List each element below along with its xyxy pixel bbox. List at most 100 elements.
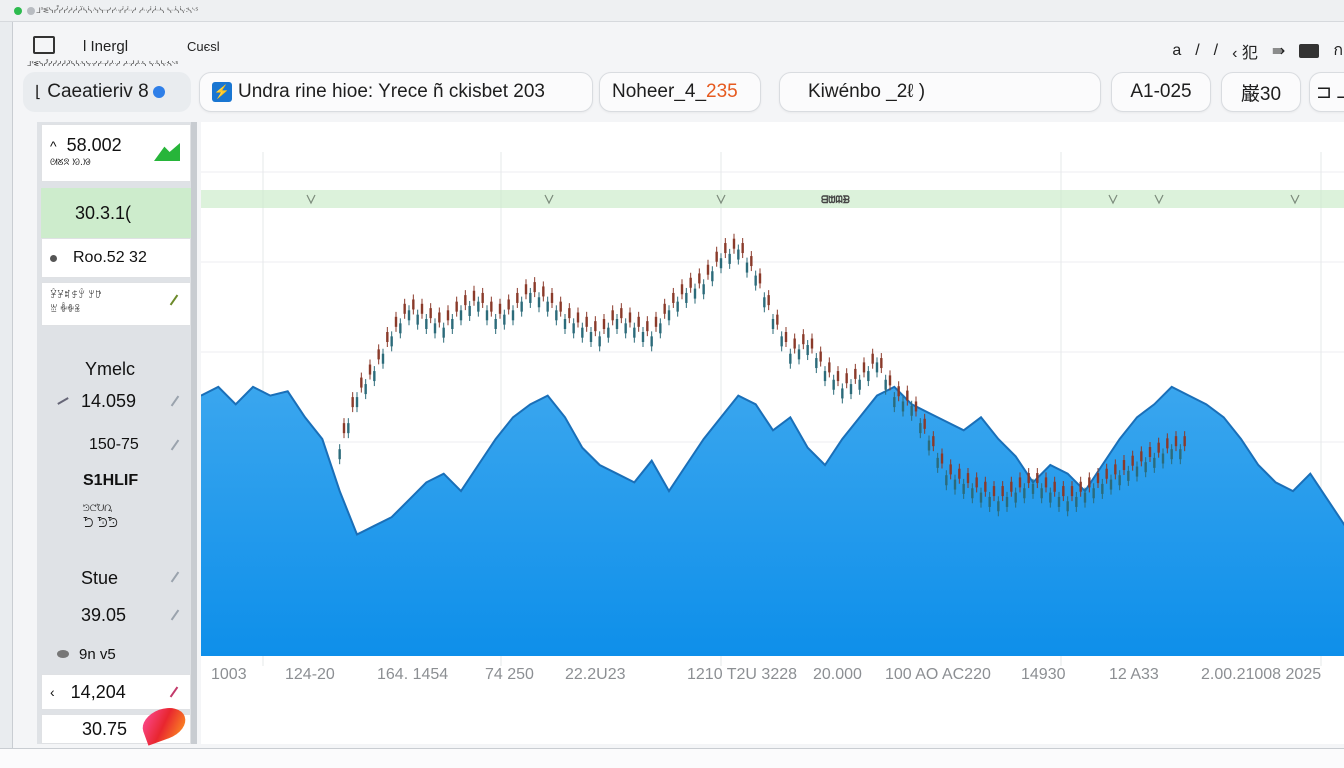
candle-body xyxy=(472,290,476,301)
edit-icon[interactable] xyxy=(169,294,179,306)
candle-body xyxy=(1075,496,1078,507)
candle-body xyxy=(420,303,424,314)
candle-body xyxy=(451,318,454,329)
chart-area[interactable]: ᗺᗻᗼᗽ 1003 124-20 164. 1454 74 250 22.2U23 121… xyxy=(200,122,1344,744)
pencil-icon[interactable] xyxy=(170,439,180,451)
sidebar-14059-label: 14.059 xyxy=(81,390,137,411)
candle-body xyxy=(1027,473,1030,484)
candle-body xyxy=(810,338,814,349)
candle-body xyxy=(425,318,428,329)
sidebar-item-meta[interactable]: ꐮꐯꐰꐱꐲ ꐳꐴ ꐵ ꐶꐷꐸ xyxy=(41,282,191,326)
tab-number[interactable]: Noheer_4_ 235 xyxy=(599,72,761,112)
candle-body xyxy=(841,388,844,399)
tool-arrow-icon[interactable]: ⇛ xyxy=(1272,41,1285,61)
gray-dot-icon[interactable] xyxy=(27,7,35,15)
candle-body xyxy=(992,486,996,497)
candle-body xyxy=(1118,475,1121,486)
candle-body xyxy=(672,292,675,303)
tool-glyph[interactable]: ก xyxy=(1333,38,1343,63)
tool-slash-1[interactable]: / xyxy=(1195,42,1199,60)
tab-30[interactable]: 巌30 xyxy=(1221,72,1301,112)
sidebar-shlif-label: S1HLIF xyxy=(83,472,139,489)
pencil-icon[interactable] xyxy=(169,686,179,698)
tab-kiwenbo[interactable]: Kiwénbo _2ℓ ) xyxy=(779,72,1101,112)
area-series xyxy=(201,386,1344,656)
sidebar-item-9nv5[interactable]: 9n v5 xyxy=(41,640,191,668)
sidebar-15075-label: 150-75 xyxy=(89,436,139,453)
header-band-label: ᗺᗻᗼᗽ xyxy=(821,194,850,206)
price-chart[interactable]: ᗺᗻᗼᗽ xyxy=(200,122,1344,682)
candle-body xyxy=(854,368,857,379)
x-tick-label: 1210 T2U 3228 xyxy=(687,666,798,683)
candle-body xyxy=(819,351,822,362)
tool-a[interactable]: a xyxy=(1172,42,1181,60)
candle-body xyxy=(1153,457,1156,468)
candle-body xyxy=(1053,481,1056,492)
candle-body xyxy=(1062,486,1065,497)
candle-body xyxy=(776,314,779,325)
candle-body xyxy=(481,292,484,303)
candle-body xyxy=(1049,492,1052,503)
tab-overflow-label: ⊐ ⅃ xyxy=(1316,81,1344,103)
candle-body xyxy=(719,258,723,269)
sidebar-item-3075[interactable]: 30.75 xyxy=(41,702,191,746)
candle-body xyxy=(412,299,415,310)
candle-body xyxy=(1174,436,1178,447)
candle-body xyxy=(945,475,948,486)
tab-a1[interactable]: A1-025 xyxy=(1111,72,1211,112)
candle-body xyxy=(1014,492,1017,503)
system-title: ᒧᓫᓬᓭᓮᓯᓰᓱᓲᓳᓴᓵᓶᓷᓸᓹᓺᓻᓼ ᓽᓾᓿᔀ ᔁᔂᔃᔄᔅᔆ xyxy=(36,6,199,15)
candle-body xyxy=(650,336,653,347)
tab-category[interactable]: ⌊ Caeatieriv 8 xyxy=(23,72,191,112)
candle-body xyxy=(1092,488,1095,499)
candle-body xyxy=(373,371,376,382)
candle-body xyxy=(498,303,502,314)
sidebar-item-price[interactable]: ^ 58.002 ᘛᘜᘝ ᘞ.ᘟ xyxy=(41,124,191,182)
candle-body xyxy=(360,377,363,388)
sidebar-item-15075[interactable]: 150-75 xyxy=(41,430,191,460)
sidebar-glyphs-label: ᘦᘧᘨᘩ xyxy=(83,504,113,514)
sidebar-item-3905[interactable]: 39.05 xyxy=(41,600,191,630)
pencil-icon[interactable] xyxy=(170,609,180,621)
candle-body xyxy=(711,271,714,282)
candle-body xyxy=(858,379,861,390)
x-tick-label: 124-20 xyxy=(285,666,335,683)
candle-body xyxy=(550,292,554,303)
candle-body xyxy=(1140,451,1143,462)
candle-body xyxy=(368,364,372,375)
candle-body xyxy=(923,418,926,429)
candle-body xyxy=(537,297,541,308)
pencil-icon[interactable] xyxy=(170,395,180,407)
candle-body xyxy=(815,358,818,369)
candle-body xyxy=(620,308,623,319)
sidebar-item-roo[interactable]: Roo.52 32 xyxy=(41,238,191,278)
candle-body xyxy=(1040,488,1043,499)
sidebar-item-14204[interactable]: ‹ 14,204 xyxy=(41,674,191,710)
candle-body xyxy=(663,303,666,314)
candle-body xyxy=(503,314,506,325)
tool-slash-2[interactable]: / xyxy=(1214,42,1218,60)
candle-body xyxy=(555,310,558,321)
candle-body xyxy=(381,353,385,364)
candle-body xyxy=(633,327,636,338)
tab-main[interactable]: ⚡ Undra rine hioe: Yrece ñ ckisbet 203 xyxy=(199,72,593,112)
candle-body xyxy=(433,323,437,334)
tab-overflow[interactable]: ⊐ ⅃ xyxy=(1309,72,1344,112)
sidebar-item-14059[interactable]: 14.059 xyxy=(41,386,191,416)
sidebar-item-green[interactable]: 30.3.1( xyxy=(41,188,191,238)
candle-body xyxy=(971,488,974,499)
sidebar-item-stue[interactable]: Stue xyxy=(41,562,191,594)
tool-back[interactable]: ‹ 犯 xyxy=(1232,39,1258,63)
candle-body xyxy=(1101,483,1104,494)
tab-a1-label: A1-025 xyxy=(1130,81,1192,102)
bullet-icon xyxy=(50,254,57,262)
candle-body xyxy=(741,243,744,254)
candle-body xyxy=(1105,468,1108,479)
tool-box-icon[interactable] xyxy=(1299,43,1320,58)
candle-body xyxy=(347,423,350,434)
candle-body xyxy=(806,345,809,356)
candle-body xyxy=(758,273,762,284)
green-dot-icon[interactable] xyxy=(14,7,22,15)
candle-body xyxy=(403,303,406,314)
pencil-icon[interactable] xyxy=(170,571,180,583)
